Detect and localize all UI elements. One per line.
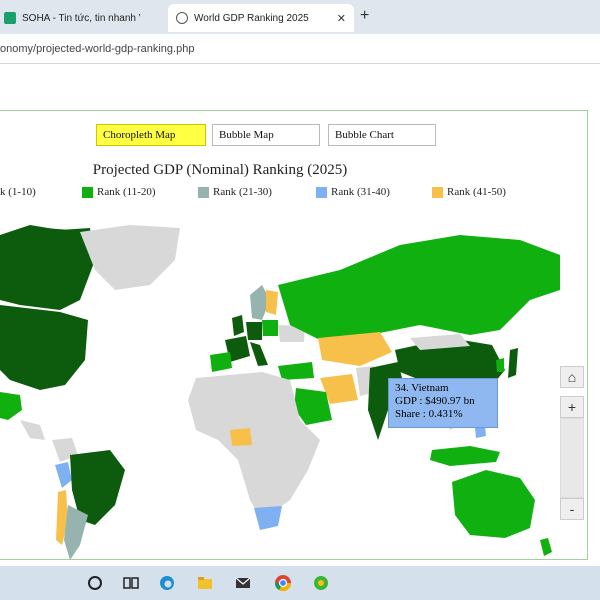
windows-taskbar [0,566,600,600]
legend-swatch [82,186,93,198]
browser-tab-bar: SOHA - Tin tức, tin nhanh VN, T World GD… [0,0,600,34]
task-view-icon[interactable] [122,574,140,592]
globe-favicon-icon [176,12,188,24]
tab-title: World GDP Ranking 2025 - Stati [194,12,312,24]
legend-item-rank-41-50[interactable]: Rank (41-50) [432,184,506,200]
legend-swatch [198,186,209,198]
kazakhstan[interactable] [318,332,392,366]
australia[interactable] [452,470,535,538]
korea[interactable] [496,358,504,372]
map-zoom-controls: ⌂ + [560,366,584,426]
peru[interactable] [55,462,72,488]
indonesia[interactable] [430,446,500,466]
legend-label: k (1-10) [0,186,36,198]
south-africa[interactable] [254,506,282,530]
turkey[interactable] [278,362,314,380]
tooltip-share: Share : 0.431% [395,408,463,420]
legend-item-rank-11-20[interactable]: Rank (11-20) [82,184,156,200]
canada[interactable] [0,225,95,310]
mail-icon[interactable] [234,574,252,592]
russia[interactable] [278,235,560,340]
greenland[interactable] [80,225,180,290]
legend-swatch [316,186,327,198]
spain[interactable] [210,352,232,372]
new-zealand[interactable] [540,538,552,556]
legend-item-rank-31-40[interactable]: Rank (31-40) [316,184,390,200]
zoom-in-button[interactable]: + [560,396,584,418]
chrome-icon[interactable] [274,574,292,592]
tab-soha[interactable]: SOHA - Tin tức, tin nhanh VN, T [0,4,164,32]
tooltip-gdp: GDP : $490.97 bn [395,395,475,407]
zoom-out-button[interactable]: - [560,498,584,520]
japan[interactable] [508,348,518,378]
home-icon[interactable]: ⌂ [560,366,584,388]
germany[interactable] [246,322,262,340]
legend-label: Rank (11-20) [97,186,156,198]
italy[interactable] [250,342,268,366]
file-explorer-icon[interactable] [196,574,214,592]
zoom-slider-track[interactable] [560,418,584,498]
close-tab-icon[interactable]: ✕ [337,12,346,25]
soha-favicon-icon [4,12,16,24]
bubble-map-button[interactable]: Bubble Map [212,124,320,146]
map-title: Projected GDP (Nominal) Ranking (2025) [92,162,348,178]
nigeria[interactable] [230,428,252,446]
argentina[interactable] [64,505,88,560]
url-text: onomy/projected-world-gdp-ranking.php [0,43,195,55]
legend-label: Rank (21-30) [213,186,272,198]
zoom-out-wrapper: - [560,498,584,528]
legend-label: Rank (31-40) [331,186,390,198]
legend-label: Rank (41-50) [447,186,506,198]
country-tooltip: 34. Vietnam GDP : $490.97 bn Share : 0.4… [388,378,498,428]
coccoc-icon[interactable] [312,574,330,592]
start-circle-icon[interactable] [86,574,104,592]
legend-item-rank-1-10[interactable]: k (1-10) [0,184,36,200]
legend-item-rank-21-30[interactable]: Rank (21-30) [198,184,272,200]
central-america[interactable] [20,420,45,440]
edge-icon[interactable] [158,574,176,592]
choropleth-map-button[interactable]: Choropleth Map [96,124,206,146]
bubble-chart-button[interactable]: Bubble Chart [328,124,436,146]
usa[interactable] [0,305,88,390]
tab-title: SOHA - Tin tức, tin nhanh VN, T [22,12,140,24]
uk[interactable] [232,315,244,336]
new-tab-button[interactable]: + [360,7,369,25]
finland[interactable] [266,290,278,315]
poland[interactable] [262,320,278,336]
legend-swatch [432,186,443,198]
mexico[interactable] [0,392,22,420]
tab-world-gdp[interactable]: World GDP Ranking 2025 - Stati ✕ [168,4,354,32]
tooltip-rank-country: 34. Vietnam [395,382,449,394]
address-bar[interactable]: onomy/projected-world-gdp-ranking.php [0,34,600,64]
